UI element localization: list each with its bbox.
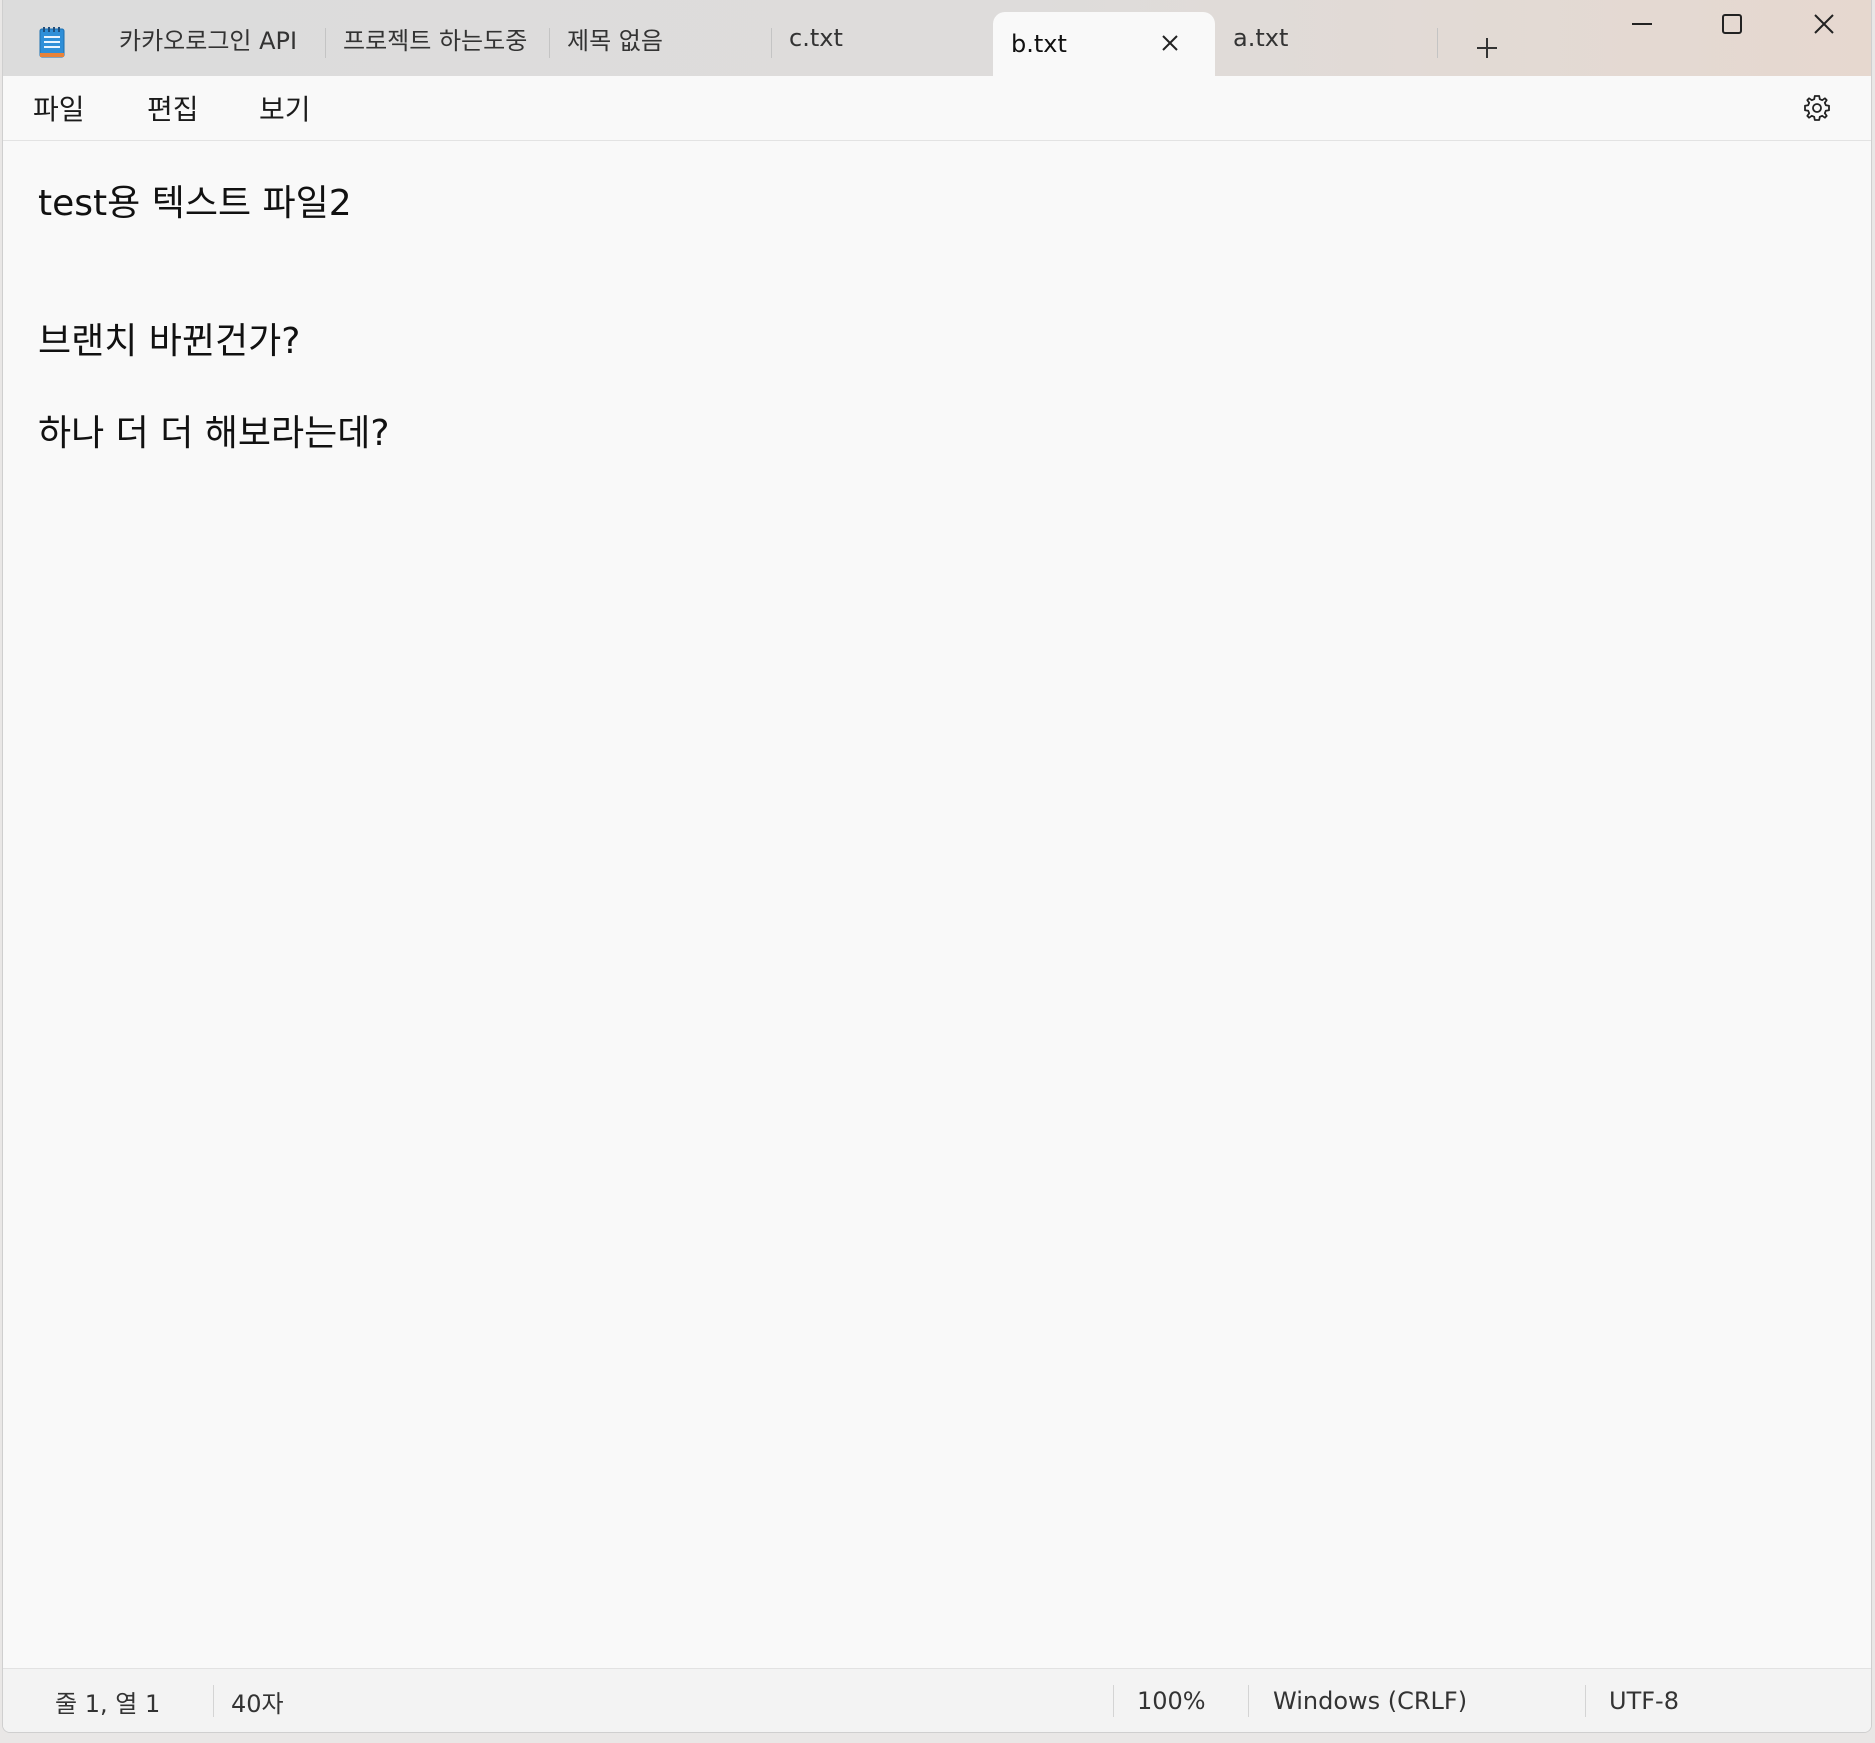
tab-label: a.txt — [1233, 24, 1289, 52]
tab-b-txt[interactable]: b.txt — [993, 12, 1215, 76]
menu-file[interactable]: 파일 — [33, 88, 85, 128]
text-editor[interactable]: test용 텍스트 파일2 브랜치 바뀐건가? 하나 더 더 해보라는데? — [3, 141, 1871, 1668]
tab-label: 제목 없음 — [567, 26, 663, 55]
editor-line: 하나 더 더 해보라는데? — [38, 413, 390, 454]
menu-edit[interactable]: 편집 — [147, 88, 199, 128]
character-count: 40자 — [231, 1689, 284, 1718]
minimize-icon — [1632, 23, 1652, 25]
maximize-icon — [1722, 14, 1742, 34]
tab-kakao-login-api[interactable]: 카카오로그인 API — [101, 0, 321, 76]
cursor-position: 줄 1, 열 1 — [55, 1689, 161, 1718]
menu-bar: 파일 편집 보기 — [3, 76, 1871, 141]
tab-project[interactable]: 프로젝트 하는도중 — [325, 0, 547, 76]
line-ending[interactable]: Windows (CRLF) — [1273, 1669, 1467, 1732]
encoding[interactable]: UTF-8 — [1609, 1669, 1679, 1732]
editor-line: test용 텍스트 파일2 — [38, 183, 352, 224]
title-bar: 카카오로그인 API 프로젝트 하는도중 제목 없음 c.txt b.txt a… — [3, 0, 1871, 76]
new-tab-button[interactable] — [1467, 28, 1507, 68]
tab-label: c.txt — [789, 24, 843, 52]
tab-label: 카카오로그인 API — [119, 26, 298, 55]
minimize-button[interactable] — [1597, 0, 1687, 48]
status-divider — [213, 1685, 214, 1717]
status-divider — [1248, 1685, 1249, 1717]
status-bar: 줄 1, 열 1 40자 100% Windows (CRLF) UTF-8 — [3, 1668, 1871, 1732]
tab-divider — [1437, 28, 1438, 58]
menu-view[interactable]: 보기 — [259, 88, 311, 128]
tab-untitled[interactable]: 제목 없음 — [549, 0, 769, 76]
notepad-app-icon — [39, 27, 65, 58]
close-icon — [1814, 14, 1834, 34]
tab-a-txt[interactable]: a.txt — [1215, 0, 1437, 76]
plus-icon — [1477, 38, 1497, 58]
status-divider — [1585, 1685, 1586, 1717]
tab-c-txt[interactable]: c.txt — [771, 0, 991, 76]
status-divider — [1113, 1685, 1114, 1717]
notepad-window: 카카오로그인 API 프로젝트 하는도중 제목 없음 c.txt b.txt a… — [2, 0, 1872, 1733]
gear-icon — [1804, 95, 1830, 121]
zoom-level[interactable]: 100% — [1137, 1669, 1206, 1732]
settings-button[interactable] — [1799, 90, 1835, 126]
editor-line: 브랜치 바뀐건가? — [38, 321, 301, 362]
tab-label: b.txt — [1011, 30, 1067, 58]
maximize-button[interactable] — [1687, 0, 1777, 48]
close-window-button[interactable] — [1779, 0, 1869, 48]
close-tab-icon[interactable] — [1153, 26, 1187, 60]
tab-label: 프로젝트 하는도중 — [343, 26, 528, 55]
